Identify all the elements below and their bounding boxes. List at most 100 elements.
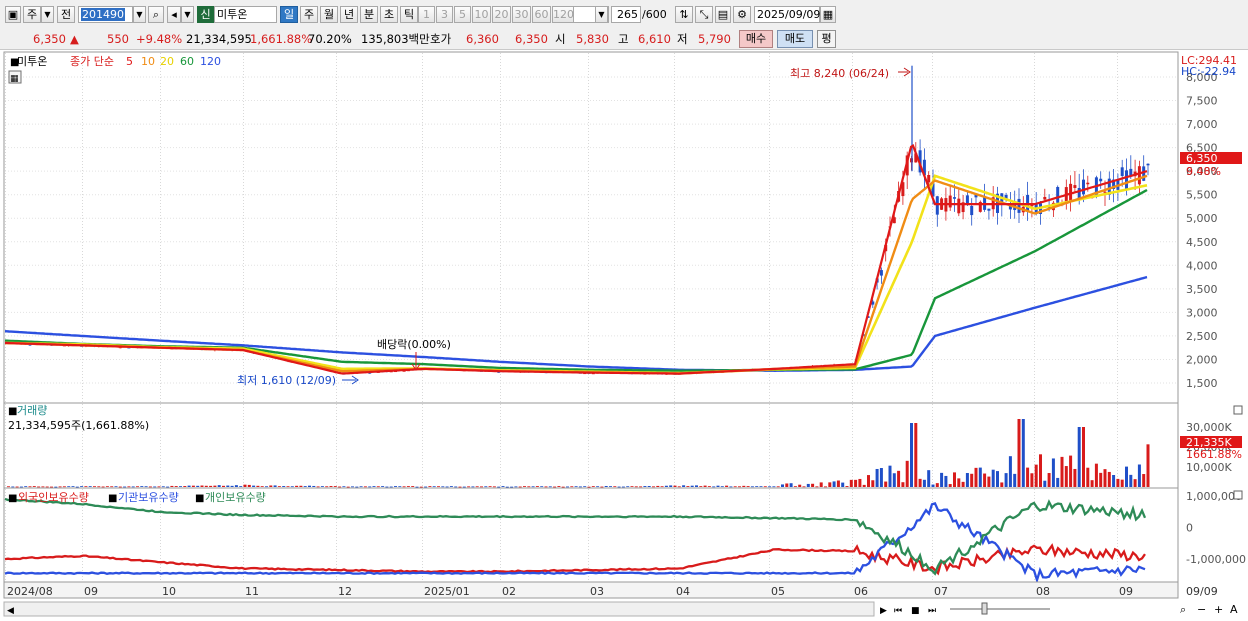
zoom-in-icon[interactable]: + [1214,603,1223,616]
horizontal-scrollbar[interactable] [3,601,875,617]
price-badge-text: 6,350 [1186,152,1218,165]
volume-bar [88,486,92,487]
volume-bar [699,486,703,487]
custom-interval-dropdown-icon[interactable]: ▼ [595,6,608,23]
zoom-search-icon[interactable]: ⌕ [1180,603,1186,616]
volume-bar [363,486,367,488]
sell-button[interactable]: 매도 [777,30,813,48]
interval-tab-120[interactable]: 120 [552,6,574,23]
speaker-icon[interactable]: ◂ [167,6,181,23]
x-axis-label: 07 [934,585,948,598]
holdings-marker-icon: ■ [8,493,17,504]
x-axis-label: 09 [1119,585,1133,598]
volume-bar [338,486,342,488]
interval-tab-30[interactable]: 30 [512,6,531,23]
price-y-tick: 2,000 [1186,353,1218,366]
period-tab-0[interactable]: 일 [280,6,298,23]
volume-bar [695,485,698,487]
search-icon[interactable]: ⌕ [148,6,164,23]
count-total: /600 [642,8,667,21]
last-page-icon[interactable]: ⏭ [928,606,936,616]
volume-bar [686,486,690,487]
volume-panel-close-icon[interactable] [1233,405,1243,415]
first-page-icon[interactable]: ⏮ [894,606,902,616]
volume-bar [630,486,634,488]
volume-bar [58,486,62,488]
volume-bar [286,486,290,488]
volume-bar [342,486,346,488]
volume-bar [1051,458,1055,487]
interval-tab-1[interactable]: 1 [418,6,435,23]
volume-bar [492,486,496,488]
interval-tab-5[interactable]: 5 [454,6,471,23]
candle [927,174,931,183]
period-tab-2[interactable]: 월 [320,6,338,23]
volume-bar [871,480,875,487]
date-input[interactable]: 2025/09/09 [754,6,820,23]
window-menu-icon[interactable]: ▣ [5,6,21,23]
hc-label: HC:-22.94 [1181,65,1236,78]
interval-tab-3[interactable]: 3 [436,6,453,23]
save-icon[interactable]: ▤ [715,6,731,23]
volume-bar [879,468,883,487]
market-select-button[interactable]: 주 [23,6,41,23]
holdings-panel-close-icon[interactable] [1233,490,1243,500]
volume-bar [157,486,161,488]
period-tab-5[interactable]: 초 [380,6,398,23]
volume-bar [144,486,148,488]
period-tab-6[interactable]: 틱 [400,6,418,23]
period-tab-4[interactable]: 분 [360,6,378,23]
zoom-out-icon[interactable]: − [1197,603,1206,616]
stop-icon[interactable]: ■ [911,606,920,616]
count-input[interactable]: 265 [611,6,641,23]
volume-bar [1112,474,1116,487]
volume-bar [467,486,471,488]
volume-bar [664,485,668,487]
interval-tab-60[interactable]: 60 [532,6,551,23]
volume-bar [282,486,286,487]
calendar-icon[interactable]: ▦ [820,6,836,23]
period-tab-3[interactable]: 년 [340,6,358,23]
market-dropdown-icon[interactable]: ▼ [41,6,54,23]
volume-bar [170,485,174,487]
candle [935,196,939,215]
stock-chart[interactable]: 8,0007,5007,0006,5006,0005,5005,0004,500… [0,50,1248,621]
interval-tab-10[interactable]: 10 [472,6,491,23]
prev-button[interactable]: 전 [57,6,75,23]
volume-bar [419,486,423,488]
volume-bar [368,486,372,488]
scroll-left-icon[interactable]: ◀ [7,606,14,616]
volume-bar [71,486,75,487]
eval-button[interactable]: 평 [817,30,836,48]
zoom-slider-thumb[interactable] [981,602,988,615]
code-input[interactable]: 201490 [78,6,133,23]
draw-tool-icon[interactable]: ⤡ [695,6,713,23]
candle [1086,182,1090,185]
volume-bar [1120,479,1124,487]
volume-bar [312,485,316,487]
code-dropdown-icon[interactable]: ▼ [133,6,146,23]
volume-bar [234,485,238,487]
volume-bar [643,486,647,487]
interval-tab-20[interactable]: 20 [492,6,511,23]
period-tab-1[interactable]: 주 [300,6,318,23]
volume-bar [445,486,449,488]
volume-bar [888,465,892,487]
candle [1120,167,1124,176]
volume-bar [656,485,660,487]
auto-scale-icon[interactable]: A [1230,603,1238,616]
volume-bar [583,486,587,488]
gear-icon[interactable]: ⚙ [733,6,751,23]
speaker-dropdown-icon[interactable]: ▼ [181,6,194,23]
volume-bar [725,485,729,487]
scroll-right-icon[interactable]: ▶ [880,606,887,616]
holdings-panel [3,487,1179,583]
volume-bar [918,478,922,487]
stock-name-field[interactable]: 미투온 [214,6,277,23]
buy-button[interactable]: 매수 [739,30,773,48]
volume-bar [561,486,565,488]
legend-indiv: 개인보유수량 [205,491,266,504]
volume-bar [578,486,582,488]
legend-foreign: 외국인보유수량 [18,491,89,504]
compare-icon[interactable]: ⇅ [675,6,693,23]
